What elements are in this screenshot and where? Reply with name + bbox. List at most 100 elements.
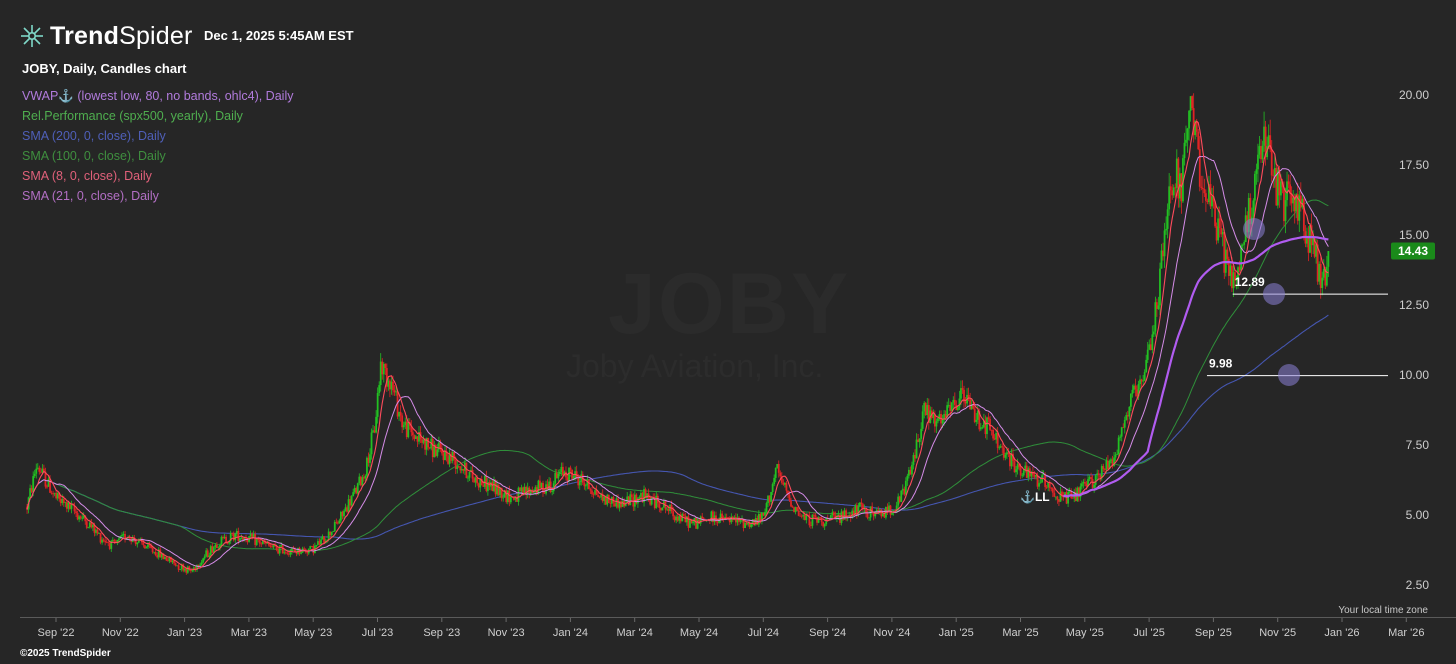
candle-body bbox=[992, 430, 994, 439]
candle-body bbox=[122, 534, 125, 536]
legend-item[interactable]: SMA (100, 0, close), Daily bbox=[22, 146, 293, 166]
legend-item[interactable]: Rel.Performance (spx500, yearly), Daily bbox=[22, 106, 293, 126]
candle-body bbox=[532, 492, 535, 493]
candle-body bbox=[1004, 454, 1007, 458]
candle-body bbox=[67, 502, 70, 509]
candle-body bbox=[96, 529, 99, 534]
y-tick-label: 2.50 bbox=[1406, 578, 1430, 592]
candle-body bbox=[427, 437, 430, 448]
candle-body bbox=[797, 510, 800, 516]
candle-body bbox=[38, 467, 41, 472]
candle-body bbox=[520, 487, 523, 492]
trendspider-logo-icon[interactable] bbox=[18, 22, 46, 50]
candle-body bbox=[457, 466, 460, 467]
x-tick-label: Jul '25 bbox=[1133, 627, 1164, 639]
timezone-note[interactable]: Your local time zone bbox=[1338, 605, 1428, 616]
candle-body bbox=[442, 453, 445, 461]
candle-body bbox=[238, 538, 241, 542]
candle-body bbox=[949, 405, 952, 411]
x-tick-label: Nov '23 bbox=[488, 627, 525, 639]
candle-body bbox=[1013, 460, 1016, 473]
candle-body bbox=[537, 480, 540, 495]
candle-body bbox=[1038, 483, 1040, 487]
candle-body bbox=[519, 487, 521, 492]
candle-body bbox=[1229, 265, 1232, 276]
candle-body bbox=[1093, 484, 1096, 488]
candle-body bbox=[1165, 228, 1167, 231]
candle-body bbox=[177, 565, 180, 570]
candle-body bbox=[99, 533, 102, 543]
candle-body bbox=[614, 503, 616, 507]
candle-body bbox=[332, 531, 335, 533]
candle-body bbox=[1117, 437, 1120, 455]
candle-body bbox=[1142, 380, 1145, 382]
x-tick-label: Jul '24 bbox=[748, 627, 779, 639]
candle-body bbox=[1166, 209, 1169, 229]
candle-body bbox=[402, 425, 405, 428]
candle-body bbox=[591, 490, 593, 495]
candle-body bbox=[1284, 200, 1287, 222]
candle-body bbox=[767, 495, 769, 504]
watermark-ticker: JOBY bbox=[608, 256, 851, 352]
candle-body bbox=[85, 521, 88, 528]
legend-item[interactable]: VWAP⚓ (lowest low, 80, no bands, ohlc4),… bbox=[22, 86, 293, 106]
candle-body bbox=[1097, 473, 1100, 476]
candle-body bbox=[592, 494, 595, 495]
candle-body bbox=[788, 494, 791, 501]
candle-body bbox=[958, 398, 961, 408]
legend-item[interactable]: SMA (200, 0, close), Daily bbox=[22, 126, 293, 146]
candle-body bbox=[1094, 475, 1097, 485]
candle-body bbox=[918, 438, 921, 442]
candle-body bbox=[565, 471, 567, 478]
candle-body bbox=[1327, 251, 1330, 267]
candle-body bbox=[1007, 452, 1010, 455]
last-price-badge: 14.43 bbox=[1391, 242, 1435, 260]
candle-body bbox=[993, 438, 996, 440]
candle-body bbox=[1272, 175, 1275, 177]
candle-body bbox=[561, 466, 564, 476]
candle-body bbox=[1154, 302, 1157, 332]
candle-body bbox=[242, 537, 244, 540]
candle-body bbox=[416, 436, 419, 442]
candle-body bbox=[59, 498, 62, 504]
candle-body bbox=[39, 471, 42, 473]
x-tick-label: Sep '22 bbox=[38, 627, 75, 639]
candle-body bbox=[1054, 496, 1057, 498]
candle-body bbox=[373, 430, 376, 433]
candle-body bbox=[584, 485, 587, 487]
candle-body bbox=[594, 490, 596, 495]
candle-body bbox=[280, 545, 283, 547]
candle-body bbox=[413, 435, 416, 439]
candle-body bbox=[995, 432, 998, 440]
x-tick-label: Mar '24 bbox=[617, 627, 653, 639]
candle-body bbox=[401, 415, 404, 428]
candle-body bbox=[1152, 331, 1155, 335]
x-tick-label: Nov '22 bbox=[102, 627, 139, 639]
candle-body bbox=[509, 496, 512, 503]
candle-body bbox=[393, 390, 396, 393]
candle-body bbox=[352, 492, 355, 497]
legend-item[interactable]: SMA (8, 0, close), Daily bbox=[22, 166, 293, 186]
candle-body bbox=[866, 513, 869, 518]
candle-body bbox=[347, 499, 350, 512]
candle-body bbox=[81, 517, 84, 519]
candle-body bbox=[88, 522, 91, 528]
candle-body bbox=[554, 472, 557, 484]
candle-body bbox=[477, 483, 480, 488]
candle-body bbox=[309, 545, 312, 549]
candle-body bbox=[118, 538, 120, 540]
candle-body bbox=[1050, 487, 1053, 489]
candle-body bbox=[223, 536, 226, 539]
legend-item[interactable]: SMA (21, 0, close), Daily bbox=[22, 186, 293, 206]
candle-body bbox=[566, 477, 569, 482]
candle-body bbox=[289, 551, 292, 555]
candle-body bbox=[415, 436, 417, 439]
candle-body bbox=[343, 510, 345, 517]
candle-body bbox=[246, 539, 249, 542]
brand-name[interactable]: TrendSpider bbox=[50, 22, 193, 51]
candle-body bbox=[344, 507, 347, 511]
candle-body bbox=[411, 432, 414, 436]
candle-body bbox=[823, 524, 826, 527]
candle-body bbox=[721, 513, 724, 518]
candle-body bbox=[860, 502, 863, 505]
